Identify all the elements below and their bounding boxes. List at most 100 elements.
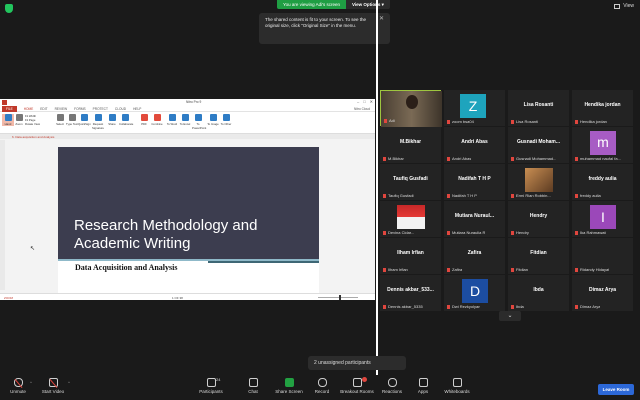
microphone-muted-icon <box>511 193 514 198</box>
view-label: View <box>623 3 634 9</box>
participant-tile[interactable]: Dennis akbar_533... Dennis akbar_5335 <box>380 275 441 311</box>
participant-tile[interactable]: Taufiq Gusfadi Taufiq Gusfadi <box>380 164 441 200</box>
avatar: m <box>590 131 616 155</box>
chat-button[interactable]: Chat <box>233 378 273 394</box>
participant-tile[interactable]: Zzoom bsa04 <box>444 90 505 126</box>
close-icon[interactable]: ✕ <box>379 16 384 22</box>
to-powerpoint-button[interactable]: To PowerPoint <box>192 114 206 130</box>
request-signature-label: Request Signature <box>92 122 104 130</box>
microphone-muted-icon <box>575 230 578 235</box>
rotate-view-option[interactable]: Rotate View <box>25 122 40 126</box>
participant-tile[interactable]: freddy aulia freddy aulia <box>572 164 633 200</box>
participant-tile[interactable]: Ibda Ibda <box>508 275 569 311</box>
start-video-button[interactable]: Start Video <box>33 378 73 394</box>
view-button[interactable]: View <box>614 3 634 9</box>
ribbon-tab-home[interactable]: HOME <box>24 107 34 111</box>
participant-tile[interactable]: Ermi Rian Robbin... <box>508 164 569 200</box>
participant-tile[interactable]: M.Bikhar M.Bikhar <box>380 127 441 163</box>
shared-screen: Nitro Pro 9 – □ ✕ FILE HOME EDIT REVIEW FORMS P… <box>0 99 375 300</box>
ribbon-tab-file[interactable]: FILE <box>2 105 17 112</box>
participant-tile[interactable]: Dimaz Arya Dimaz Arya <box>572 275 633 311</box>
ribbon-tab-protect[interactable]: PROTECT <box>93 107 108 111</box>
breakout-badge <box>362 377 367 382</box>
participant-label: freddy aulia <box>575 193 601 198</box>
nitro-cloud-user[interactable]: Nitro Cloud <box>354 107 370 111</box>
audio-options-caret-icon[interactable]: ^ <box>30 380 32 385</box>
collaborate-button[interactable]: Collaborate <box>119 114 133 126</box>
microphone-muted-icon <box>383 267 386 272</box>
participants-button[interactable]: Participants <box>191 378 231 394</box>
share-button[interactable]: Share <box>106 114 118 126</box>
participant-tile[interactable]: Ridandy Hidayat <box>572 238 633 274</box>
participant-tile[interactable]: Ilham Irfian Ilham Irfian <box>380 238 441 274</box>
avatar: I <box>590 205 616 229</box>
participant-tile[interactable]: Fitdian Fitdian <box>508 238 569 274</box>
participant-face <box>406 95 418 109</box>
ribbon-tab-review[interactable]: REVIEW <box>55 107 68 111</box>
participant-tile[interactable]: Lisa Rosanti Lisa Rosanti <box>508 90 569 126</box>
to-excel-button[interactable]: To Excel <box>179 114 191 126</box>
participant-tile[interactable]: Gusnadi Moham... Gusnadi Mohammad... <box>508 127 569 163</box>
type-text-button[interactable]: Type Text <box>66 114 78 126</box>
participant-label: Dimaz Arya <box>575 304 600 309</box>
record-button[interactable]: Record <box>302 378 342 394</box>
ribbon-tab-forms[interactable]: FORMS <box>74 107 86 111</box>
document-tab[interactable]: 6. Data acquisition and Analysis <box>12 135 54 139</box>
unassigned-participants-notice[interactable]: 2 unassigned participants <box>308 356 406 370</box>
view-options-button[interactable]: View Options ▾ <box>345 0 390 9</box>
participant-label-text: Lisa Rosanti <box>516 119 539 124</box>
participant-gallery: Adi Zzoom bsa04 Lisa Rosanti Lisa Rosanti He… <box>380 90 635 312</box>
split-divider[interactable] <box>376 0 378 375</box>
mouse-cursor-icon: ↖ <box>30 246 36 252</box>
participant-display-name: Fitdian <box>530 250 547 256</box>
participant-tile[interactable]: Mutiara Nuraul... Mutiara Nuraulia R <box>444 201 505 237</box>
select-button[interactable]: Select <box>54 114 66 126</box>
zoom-slider-thumb[interactable] <box>339 295 341 300</box>
participant-tile[interactable]: Hendry Hendry <box>508 201 569 237</box>
participants-icon <box>206 378 216 387</box>
breakout-rooms-icon <box>352 378 362 387</box>
share-label: Share <box>108 122 116 126</box>
participant-label-text: freddy aulia <box>580 193 601 198</box>
fit-screen-tooltip: The shared content is fit to your screen… <box>259 13 390 44</box>
pdf-button[interactable]: PDF <box>138 114 150 126</box>
zoom-tool-button[interactable]: Zoom <box>13 114 25 126</box>
leave-room-button[interactable]: Leave Room <box>598 384 634 395</box>
to-other-button[interactable]: To Other <box>220 114 232 126</box>
participant-tile[interactable]: Hendika jordan Hendika jordan <box>572 90 633 126</box>
ribbon-tab-edit[interactable]: EDIT <box>40 107 47 111</box>
breakout-rooms-button[interactable]: Breakout Rooms <box>337 378 377 394</box>
ribbon-tab-cloud[interactable]: CLOUD <box>115 107 126 111</box>
combine-button[interactable]: Combine <box>151 114 163 126</box>
participant-tile[interactable]: Zafira Zafira <box>444 238 505 274</box>
participant-tile[interactable]: Nadifah T H P Nadifah T H P <box>444 164 505 200</box>
combine-label: Combine <box>151 122 163 126</box>
whiteboards-button[interactable]: Whiteboards <box>437 378 477 394</box>
participant-tile[interactable]: m muhammad naufal fa... <box>572 127 633 163</box>
close-window-icon[interactable]: ✕ <box>370 99 373 104</box>
participant-label-text: Hendry <box>516 230 529 235</box>
shield-icon[interactable] <box>5 4 13 13</box>
participant-tile[interactable]: D Dwi Rezkyolyan <box>444 275 505 311</box>
quicksign-button[interactable]: QuickSign <box>78 114 91 126</box>
request-signature-button[interactable]: Request Signature <box>92 114 104 130</box>
app-window-title: Nitro Pro 9 <box>186 100 202 104</box>
zoom-slider[interactable] <box>318 297 358 298</box>
chevron-down-icon[interactable]: ⌄ <box>499 311 521 321</box>
participant-tile[interactable]: Andri Abas Andri Abas <box>444 127 505 163</box>
to-word-button[interactable]: To Word <box>166 114 178 126</box>
participant-label: Dennis akbar_5335 <box>383 304 423 309</box>
participant-display-name: Dimaz Arya <box>588 287 617 293</box>
participant-tile[interactable]: Devina Cidar... <box>380 201 441 237</box>
pages-side-pane[interactable] <box>0 140 5 290</box>
ribbon-tab-help[interactable]: HELP <box>133 107 141 111</box>
to-image-button[interactable]: To Image <box>207 114 219 126</box>
minimize-icon[interactable]: – <box>357 99 359 104</box>
page-indicator[interactable]: 1 OF 38 <box>172 296 183 300</box>
microphone-muted-icon <box>511 304 514 309</box>
participant-tile[interactable]: I Ika Rahmawati <box>572 201 633 237</box>
participant-tile[interactable]: Adi <box>380 90 442 127</box>
video-options-caret-icon[interactable]: ^ <box>68 380 70 385</box>
maximize-icon[interactable]: □ <box>363 99 365 104</box>
microphone-muted-icon <box>447 267 450 272</box>
